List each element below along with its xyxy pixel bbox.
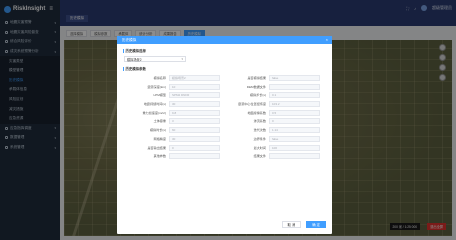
field-label: 地面摩擦系数 [247, 110, 266, 115]
field-input[interactable]: false [269, 75, 320, 81]
field-input[interactable]: 1.14 [269, 127, 320, 134]
confirm-button[interactable]: 确 定 [306, 221, 326, 228]
field-input[interactable]: 30 [169, 135, 220, 142]
field-input[interactable]: false [269, 135, 320, 142]
field-label: 模拟时长(s) [150, 128, 166, 133]
field-label: 是否模拟结果 [247, 76, 266, 80]
field-label: 迭代次数 [253, 128, 266, 133]
modal-header: 历史模拟 × [117, 36, 332, 44]
field-label: 其他参数 [153, 154, 166, 159]
section-select-title: 历史模拟选择 [123, 48, 332, 53]
history-select-value: 模拟场景2 [127, 57, 142, 62]
field-label: 震源中心位置经纬度 [238, 102, 266, 107]
field-label: 模拟名称 [153, 76, 166, 80]
field-input[interactable]: 100 [269, 144, 320, 151]
field-input[interactable]: 30 [169, 101, 220, 108]
field-input[interactable]: 10 [169, 83, 220, 90]
field-input[interactable]: 0.5 [269, 109, 320, 116]
app-root: RiskInsight ≡ 地震灾害预警 ▾ 地震灾害风险普查 ▾ 综合风险评价 ▾ 成灾系… [0, 0, 456, 240]
field-input[interactable]: 模拟场景2 [169, 75, 220, 81]
field-label: LPM模型 [153, 93, 166, 98]
params-grid: 模拟名称 模拟场景2 是否模拟结果 false 震源深度(km) 10 DEM数据文件 LPM… [117, 75, 332, 160]
field-label: 最大时间 [253, 145, 266, 150]
field-label: 结果文件 [253, 154, 266, 159]
field-input[interactable]: 103.2 [269, 101, 320, 108]
field-input[interactable] [169, 153, 220, 160]
field-input[interactable]: 0 [169, 144, 220, 151]
field-label: DEM数据文件 [246, 84, 266, 89]
field-label: 土体容重 [153, 119, 166, 124]
chevron-down-icon: ▾ [181, 57, 183, 61]
field-label: 是否输出结果 [147, 145, 166, 150]
field-label: 边界条件 [253, 136, 266, 141]
modal-title: 历史模拟 [122, 37, 137, 42]
close-icon[interactable]: × [326, 37, 328, 42]
field-input[interactable]: 60 [169, 127, 220, 134]
field-label: 震源深度(km) [147, 84, 166, 89]
modal-footer: 取 消 确 定 [281, 221, 326, 228]
section-params-title: 历史模拟参数 [123, 66, 332, 71]
field-input[interactable] [269, 83, 320, 90]
field-label: 网格精度 [153, 136, 166, 141]
field-label: 重力加速度(m/s²) [142, 110, 166, 115]
field-input[interactable] [269, 153, 320, 160]
field-label: 模拟步长(s) [250, 93, 266, 98]
field-input[interactable]: 0.1 [269, 92, 320, 99]
history-modal: 历史模拟 × 历史模拟选择 模拟场景2 ▾ 历史模拟参数 模拟名称 模拟场景2 是否… [117, 36, 332, 234]
field-input[interactable]: 3 [169, 118, 220, 125]
field-input[interactable]: 0 [269, 118, 320, 125]
field-label: 地震持续时间(s) [143, 102, 166, 107]
field-input[interactable]: 9.8 [169, 109, 220, 116]
field-label: 渗流系数 [253, 119, 266, 124]
cancel-button[interactable]: 取 消 [281, 221, 302, 228]
field-input[interactable]: SPM2 DNFR [169, 92, 220, 99]
history-select[interactable]: 模拟场景2 ▾ [124, 56, 186, 62]
